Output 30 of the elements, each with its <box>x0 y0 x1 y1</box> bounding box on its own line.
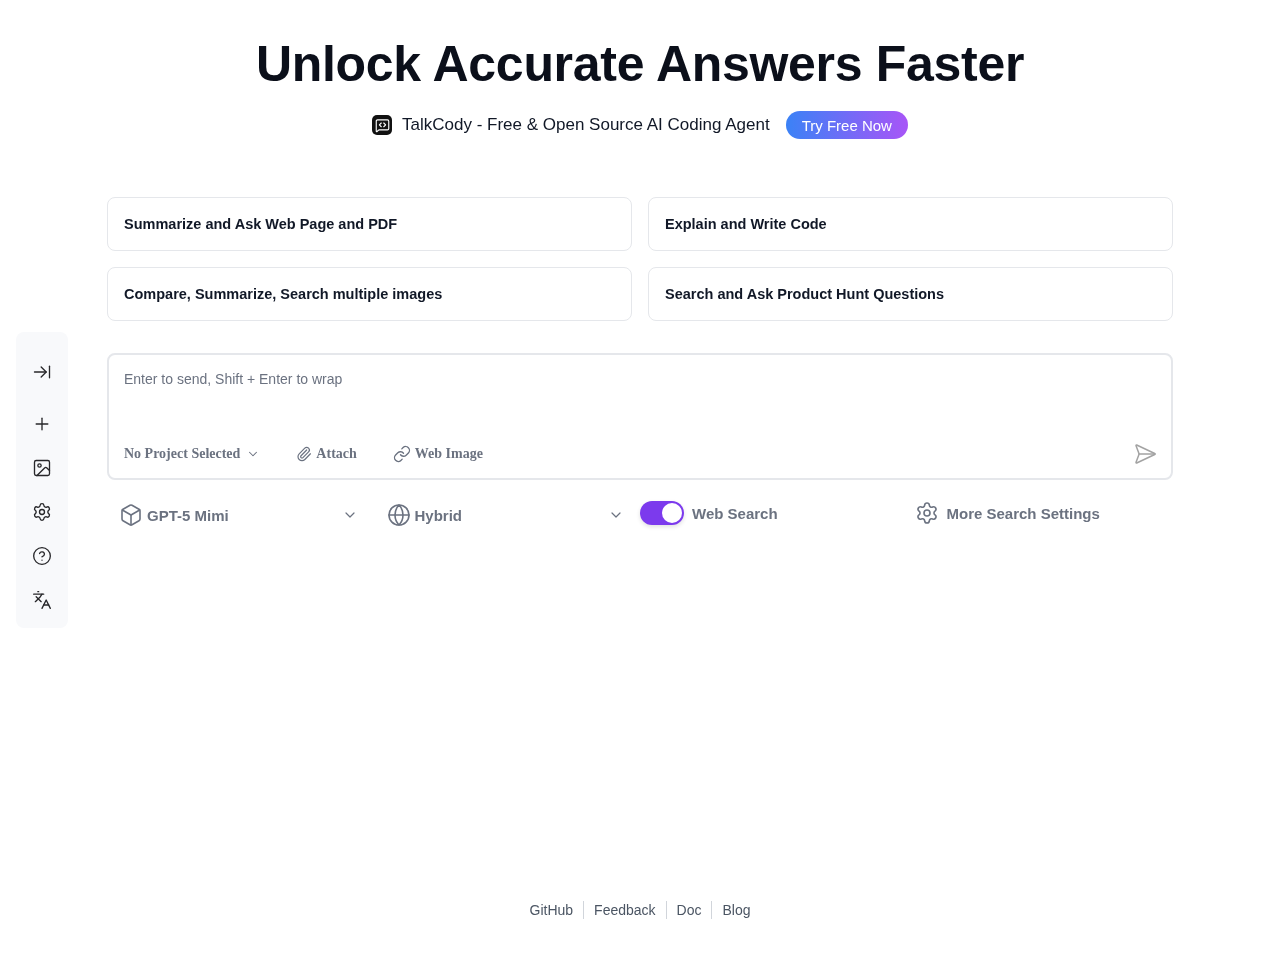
settings-icon <box>914 501 939 525</box>
more-search-settings-button[interactable]: More Search Settings <box>914 501 1100 525</box>
web-search-label: Web Search <box>692 504 778 522</box>
link-icon <box>392 445 411 463</box>
globe-icon <box>386 503 411 527</box>
project-select[interactable]: No Project Selected <box>124 444 261 464</box>
suggestion-card[interactable]: Summarize and Ask Web Page and PDF <box>107 197 632 251</box>
footer-link[interactable]: Feedback <box>583 901 666 919</box>
model-select[interactable]: GPT-5 Mimi <box>119 497 358 533</box>
image-icon <box>32 458 52 478</box>
search-mode-select[interactable]: Hybrid <box>386 497 624 533</box>
web-image-button[interactable]: Web Image <box>392 443 483 465</box>
suggestion-card[interactable]: Explain and Write Code <box>648 197 1173 251</box>
web-search-toggle[interactable] <box>640 501 684 525</box>
footer-link[interactable]: Doc <box>665 901 712 919</box>
send-icon <box>1133 442 1157 466</box>
suggestion-card[interactable]: Search and Ask Product Hunt Questions <box>648 267 1173 321</box>
chat-code-logo-icon <box>372 115 393 135</box>
cube-icon <box>119 503 143 527</box>
attach-button[interactable]: Attach <box>296 444 357 464</box>
settings-icon <box>32 502 52 522</box>
promo-text: TalkCody - Free & Open Source AI Coding Agent <box>402 115 770 135</box>
try-free-button[interactable]: Try Free Now <box>785 111 908 139</box>
help-icon <box>32 546 52 566</box>
footer-link[interactable]: Blog <box>711 901 761 919</box>
page-title: Unlock Accurate Answers Faster <box>254 35 1026 94</box>
translate-icon <box>32 590 52 610</box>
paperclip-icon <box>296 446 313 462</box>
suggestion-card[interactable]: Compare, Summarize, Search multiple images <box>107 267 632 321</box>
footer-link[interactable]: GitHub <box>519 901 584 919</box>
